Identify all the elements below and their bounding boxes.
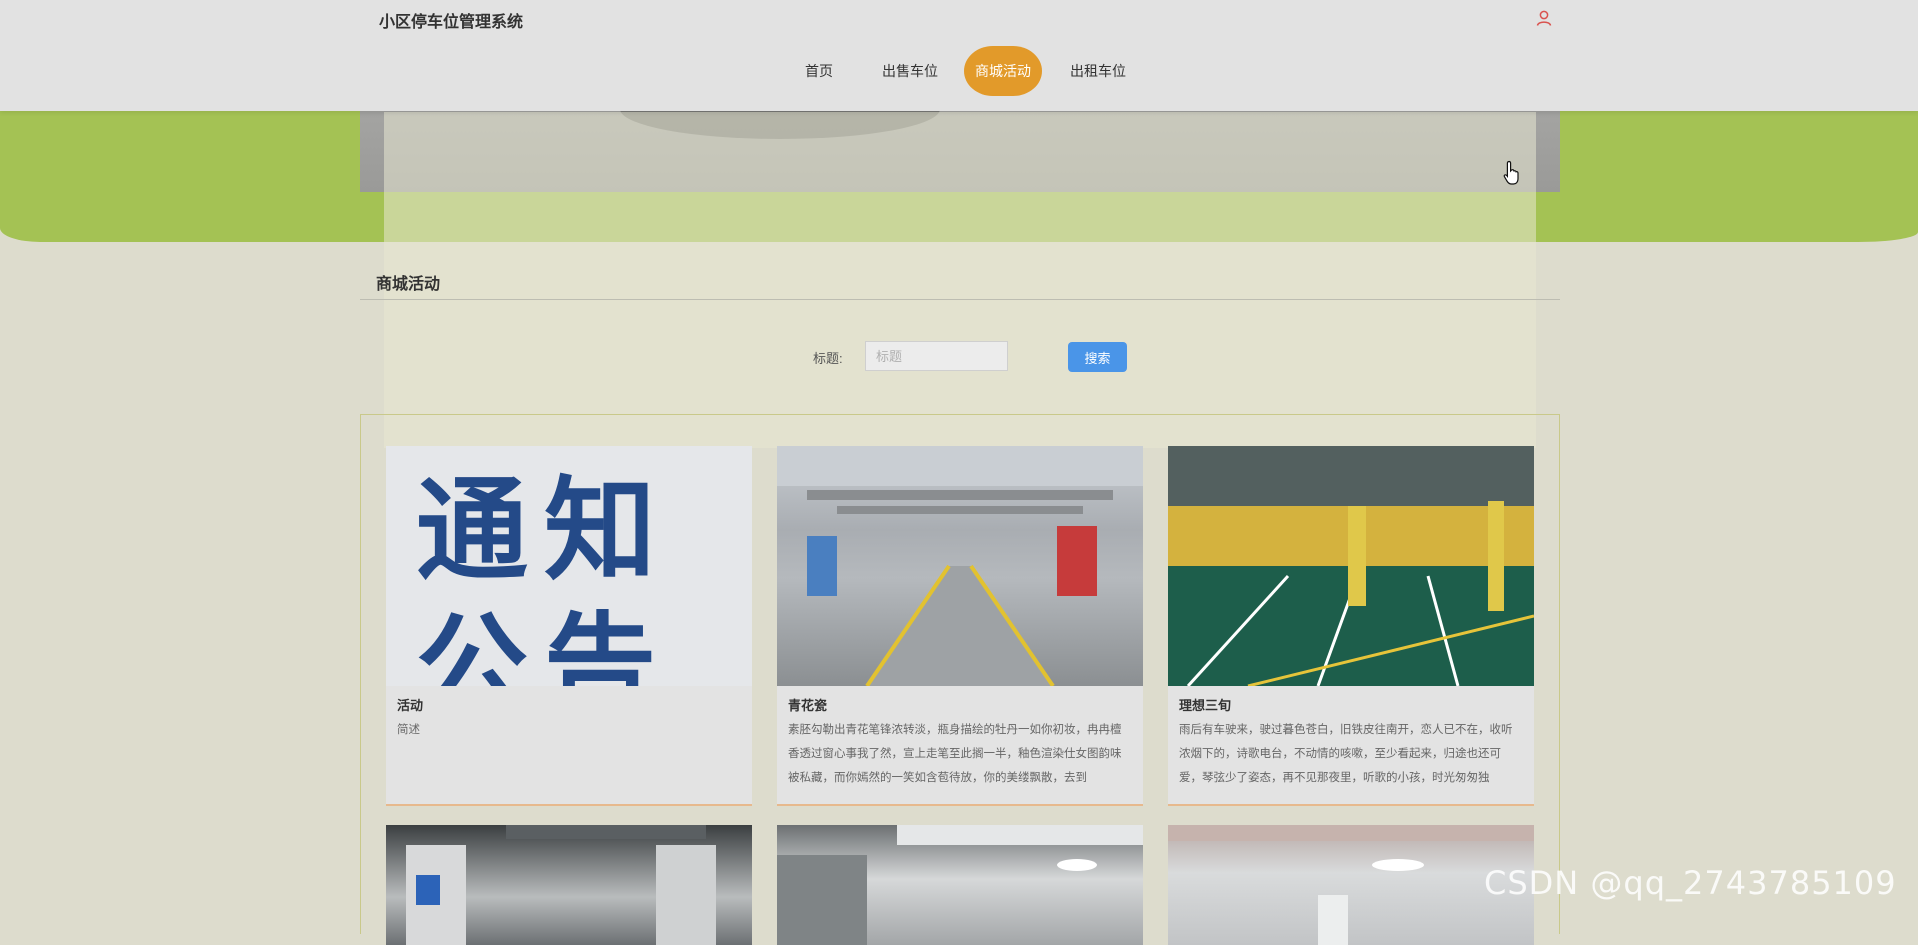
nav-item-home[interactable]: 首页 [790, 46, 848, 96]
garage-lights-image [1168, 825, 1534, 945]
search-button[interactable]: 搜索 [1068, 342, 1127, 372]
main-nav: 首页 出售车位 商城活动 出租车位 [0, 46, 1918, 96]
garage-lines-graphic [777, 446, 1143, 686]
hand-cursor-icon [1503, 160, 1519, 185]
activity-grid: 通知 公告 活动 简述 青花瓷 素胚勾勒出青花笔锋浓转淡，瓶身描绘的牡丹一如你初… [360, 414, 1560, 945]
card-title: 活动 [397, 698, 424, 713]
notice-poster-text-bottom: 公告 [416, 602, 672, 686]
search-label: 标题: [813, 351, 843, 366]
section-divider [360, 299, 1560, 300]
garage-pillar-image [406, 825, 716, 945]
site-title: 小区停车位管理系统 [379, 14, 524, 31]
activity-card[interactable]: 理想三旬 雨后有车驶来，驶过暮色苍白，旧铁皮往南开，恋人已不在，收听浓烟下的，诗… [1168, 446, 1534, 806]
top-header: 小区停车位管理系统 首页 出售车位 商城活动 出租车位 [0, 0, 1918, 111]
garage-lines-graphic [1168, 446, 1534, 686]
card-title: 理想三旬 [1179, 698, 1232, 713]
activity-card[interactable]: 通知 公告 活动 简述 [386, 446, 752, 806]
notice-poster-image: 通知 公告 [386, 446, 752, 686]
title-search-input[interactable] [865, 341, 1008, 371]
card-description: 素胚勾勒出青花笔锋浓转淡，瓶身描绘的牡丹一如你初妆，冉冉檀香透过窗心事我了然，宣… [788, 724, 1122, 784]
garage-shutter-image [777, 825, 1143, 945]
parking-garage-image [777, 446, 1143, 686]
parking-garage-image [1168, 446, 1534, 686]
user-icon[interactable] [1535, 9, 1553, 27]
nav-item-sell-parking[interactable]: 出售车位 [874, 46, 946, 96]
card-description: 雨后有车驶来，驶过暮色苍白，旧铁皮往南开，恋人已不在，收听浓烟下的，诗歌电台，不… [1179, 724, 1513, 784]
activity-card[interactable] [777, 825, 1143, 945]
csdn-watermark: CSDN @qq_2743785109 [1484, 864, 1897, 902]
activity-card[interactable]: 青花瓷 素胚勾勒出青花笔锋浓转淡，瓶身描绘的牡丹一如你初妆，冉冉檀香透过窗心事我… [777, 446, 1143, 806]
activity-card[interactable] [386, 825, 752, 945]
overlay-panel [384, 112, 1536, 448]
card-title: 青花瓷 [788, 698, 828, 713]
activity-card[interactable] [1168, 825, 1534, 945]
nav-item-rent-parking[interactable]: 出租车位 [1062, 46, 1134, 96]
card-description: 简述 [397, 724, 420, 736]
nav-item-mall-activity[interactable]: 商城活动 [964, 46, 1042, 96]
section-title: 商城活动 [376, 276, 441, 293]
